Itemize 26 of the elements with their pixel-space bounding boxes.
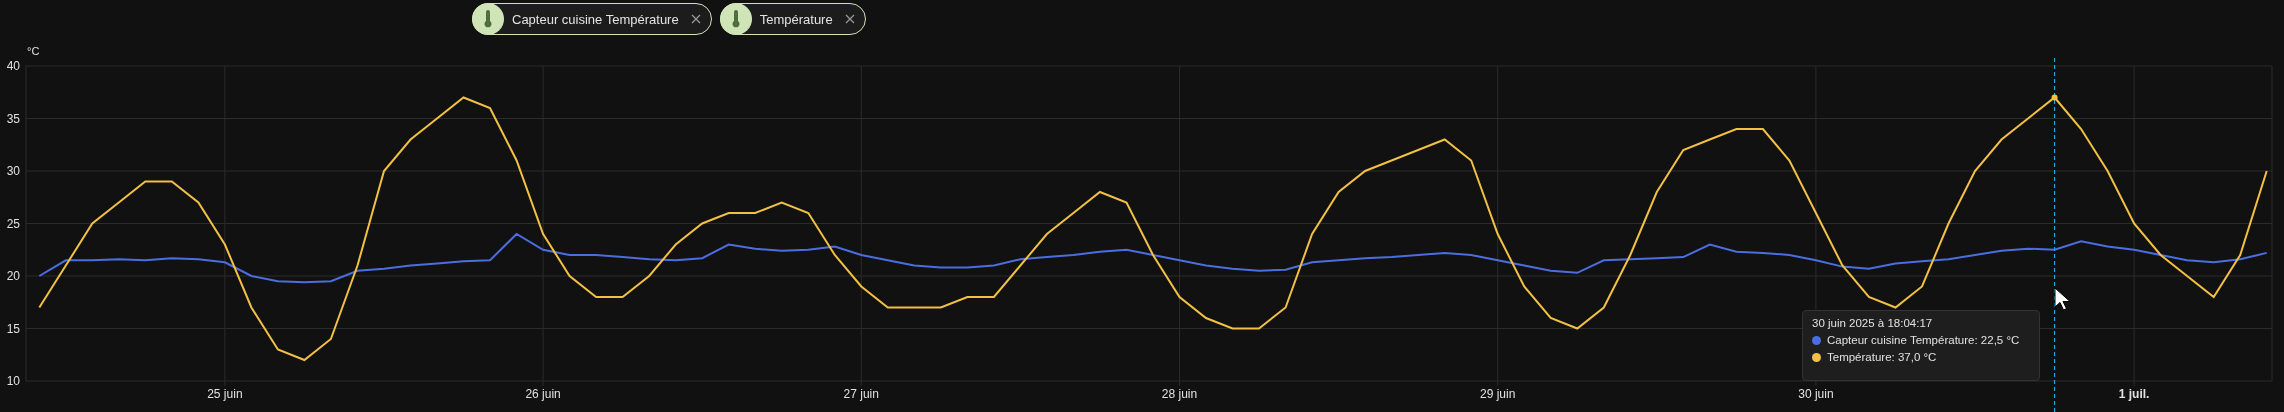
tick-label: 28 juin	[1161, 387, 1198, 401]
thermometer-icon	[484, 10, 492, 28]
legend-chip[interactable]: Température	[719, 3, 866, 35]
tick-label: 30	[6, 164, 20, 178]
tick-label: 35	[6, 111, 20, 126]
tick-label: 27 juin	[843, 387, 879, 401]
close-icon[interactable]	[690, 14, 701, 24]
hover-point	[2051, 94, 2058, 101]
tick-label: 25 juin	[207, 387, 243, 401]
tick-label: 1 juil.	[2118, 387, 2150, 401]
legend-chip[interactable]: Capteur cuisine Température	[472, 3, 712, 35]
mouse-pointer-icon	[2054, 287, 2072, 313]
tick-label: 20	[6, 269, 20, 283]
tooltip-title: 30 juin 2025 à 18:04:17	[1812, 317, 1934, 329]
tick-label: 29 juin	[1480, 387, 1516, 401]
tick-label: 30 juin	[1798, 387, 1834, 401]
close-icon[interactable]	[844, 14, 855, 24]
tick-label: 40	[6, 59, 20, 73]
tooltip-text: Capteur cuisine Température: 22,5 °C	[1827, 334, 2020, 346]
unit-label: °C	[27, 45, 40, 57]
tick-label: 25	[6, 216, 20, 231]
thermometer-icon	[731, 10, 740, 28]
tick-label: 15	[6, 321, 20, 336]
tick-label: 10	[6, 374, 20, 388]
tooltip-text: Température: 37,0 °C	[1827, 351, 1937, 363]
tick-label: 26 juin	[525, 387, 561, 401]
